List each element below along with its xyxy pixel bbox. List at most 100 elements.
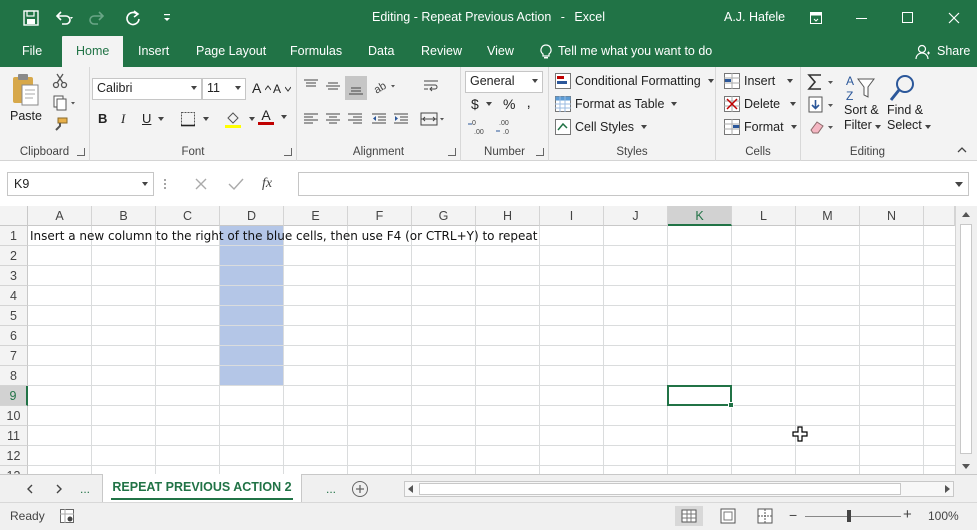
accounting-format-button[interactable]: $ (471, 96, 492, 112)
sort-filter-button[interactable]: AZ Sort & Filter (844, 73, 881, 133)
bold-button[interactable]: B (98, 111, 107, 126)
row-header-9[interactable]: 9 (0, 386, 28, 406)
column-header-n[interactable]: N (860, 206, 924, 226)
new-sheet-icon[interactable] (351, 480, 369, 498)
active-cell-k9[interactable] (667, 385, 734, 408)
number-format-dropdown[interactable]: General (465, 71, 543, 93)
column-header-e[interactable]: E (284, 206, 348, 226)
column-header-partial[interactable] (924, 206, 955, 226)
comma-style-button[interactable]: ‚ (527, 94, 530, 111)
column-header-l[interactable]: L (732, 206, 796, 226)
fill-handle[interactable] (728, 402, 734, 408)
percent-style-button[interactable]: % (503, 96, 515, 112)
scroll-down-icon[interactable] (962, 464, 970, 469)
row-header-11[interactable]: 11 (0, 426, 28, 446)
column-header-f[interactable]: F (348, 206, 412, 226)
tab-formulas[interactable]: Formulas (290, 36, 342, 67)
row-header-13[interactable]: 13 (0, 466, 28, 474)
zoom-in-icon[interactable]: + (903, 506, 912, 523)
prev-sheet-icon[interactable] (26, 475, 34, 503)
row-header-4[interactable]: 4 (0, 286, 28, 306)
increase-decimal-icon[interactable]: 0.00 (467, 117, 491, 137)
horizontal-scrollbar[interactable] (404, 481, 954, 497)
column-header-i[interactable]: I (540, 206, 604, 226)
fill-color-button[interactable] (224, 110, 255, 128)
align-right-icon[interactable] (345, 109, 365, 129)
vertical-scrollbar[interactable] (955, 206, 977, 474)
copy-icon[interactable] (50, 93, 80, 113)
share-button[interactable]: Share (915, 36, 970, 67)
row-header-6[interactable]: 6 (0, 326, 28, 346)
column-header-h[interactable]: H (476, 206, 540, 226)
insert-cells-button[interactable]: Insert (724, 73, 794, 89)
row-header-1[interactable]: 1 (0, 226, 28, 246)
font-dialog-launcher[interactable] (284, 148, 292, 156)
tab-data[interactable]: Data (368, 36, 394, 67)
scroll-left-icon[interactable] (407, 485, 415, 493)
decrease-decimal-icon[interactable]: .00.0 (495, 117, 519, 137)
cut-icon[interactable] (50, 71, 70, 91)
row-header-2[interactable]: 2 (0, 246, 28, 266)
italic-button[interactable]: I (121, 111, 125, 127)
decrease-indent-icon[interactable] (369, 109, 389, 129)
formula-input[interactable] (298, 172, 969, 196)
more-sheets-right[interactable]: ... (326, 475, 336, 503)
cell-a1-text[interactable]: Insert a new column to the right of the … (30, 226, 537, 246)
font-color-button[interactable]: A (258, 108, 287, 125)
highlighted-cells-d1-d8[interactable] (220, 226, 284, 386)
paste-button[interactable]: Paste (10, 73, 42, 123)
column-header-a[interactable]: A (28, 206, 92, 226)
worksheet-grid[interactable]: ABCDEFGHIJKLMN12345678910111213Insert a … (0, 206, 977, 474)
row-header-10[interactable]: 10 (0, 406, 28, 426)
more-sheets-left[interactable]: ... (80, 475, 90, 503)
zoom-out-icon[interactable]: − (789, 507, 797, 523)
normal-view-icon[interactable] (675, 506, 703, 526)
user-name[interactable]: A.J. Hafele (724, 10, 785, 24)
increase-indent-icon[interactable] (391, 109, 411, 129)
minimize-icon[interactable] (839, 0, 885, 36)
enter-icon[interactable] (228, 177, 244, 191)
column-header-c[interactable]: C (156, 206, 220, 226)
borders-button[interactable] (180, 111, 209, 127)
fill-icon[interactable] (807, 95, 837, 115)
underline-button[interactable]: U (142, 111, 165, 126)
row-header-8[interactable]: 8 (0, 366, 28, 386)
font-name-dropdown[interactable]: Calibri (92, 78, 202, 100)
tab-insert[interactable]: Insert (138, 36, 169, 67)
tab-file[interactable]: File (22, 36, 42, 67)
row-header-5[interactable]: 5 (0, 306, 28, 326)
shrink-font-button[interactable]: A (273, 82, 292, 96)
tab-page-layout[interactable]: Page Layout (196, 36, 266, 67)
format-cells-button[interactable]: Format (724, 119, 797, 135)
grow-font-button[interactable]: A (252, 80, 272, 96)
row-header-3[interactable]: 3 (0, 266, 28, 286)
autosum-icon[interactable] (807, 72, 837, 92)
tab-review[interactable]: Review (421, 36, 462, 67)
sheet-tab-active[interactable]: REPEAT PREVIOUS ACTION 2 (102, 474, 302, 502)
expand-formula-bar-icon[interactable] (955, 182, 963, 187)
clipboard-dialog-launcher[interactable] (77, 148, 85, 156)
horizontal-scroll-thumb[interactable] (419, 483, 901, 495)
select-all-corner[interactable] (0, 206, 28, 226)
column-header-b[interactable]: B (92, 206, 156, 226)
conditional-formatting-button[interactable]: Conditional Formatting (555, 73, 714, 89)
tell-me-box[interactable]: Tell me what you want to do (540, 36, 712, 67)
next-sheet-icon[interactable] (55, 475, 63, 503)
scroll-up-icon[interactable] (962, 212, 970, 217)
middle-align-icon[interactable] (323, 76, 343, 96)
clear-icon[interactable] (807, 117, 837, 137)
align-left-icon[interactable] (301, 109, 321, 129)
cancel-icon[interactable] (194, 177, 208, 191)
column-header-k[interactable]: K (668, 206, 732, 226)
zoom-level[interactable]: 100% (928, 509, 959, 523)
scroll-right-icon[interactable] (943, 485, 951, 493)
tab-home[interactable]: Home (62, 36, 124, 67)
column-header-d[interactable]: D (220, 206, 284, 226)
column-header-g[interactable]: G (412, 206, 476, 226)
zoom-slider-thumb[interactable] (847, 510, 851, 522)
insert-function-icon[interactable]: fx (262, 176, 272, 192)
row-header-7[interactable]: 7 (0, 346, 28, 366)
align-center-icon[interactable] (323, 109, 343, 129)
bottom-align-icon[interactable] (345, 76, 367, 100)
page-break-view-icon[interactable] (753, 506, 777, 526)
